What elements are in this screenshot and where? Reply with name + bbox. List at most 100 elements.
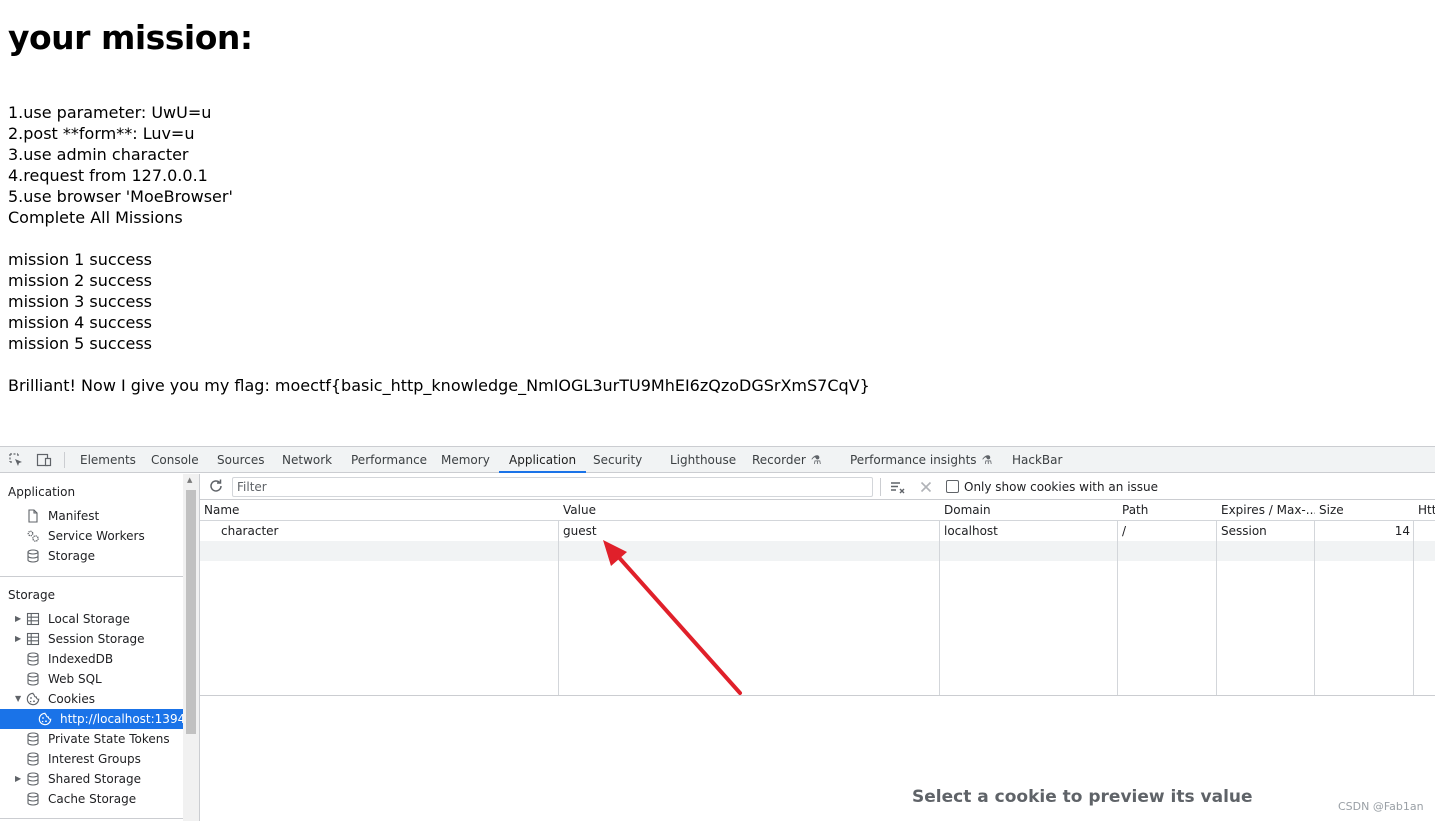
database-icon [26,652,40,666]
devtools-tab-bar: Elements Console Sources Network Perform… [0,447,1435,473]
column-header-expires[interactable]: Expires / Max-... [1217,500,1315,521]
only-issues-label: Only show cookies with an issue [964,480,1159,494]
success-line: mission 3 success [8,292,153,311]
clear-filtered-cookies-icon[interactable] [890,479,906,495]
mission-line: 2.post **form**: Luv=u [8,124,195,143]
sidebar-item-label: Cache Storage [48,792,137,806]
column-header-size[interactable]: Size [1315,500,1414,521]
sidebar-item-cache-storage[interactable]: Cache Storage [0,789,183,809]
success-line: mission 5 success [8,334,153,353]
cookie-size-cell[interactable]: 14 [1315,521,1410,541]
tab-application[interactable]: Application [499,447,587,473]
table-header: Name Value Domain Path Expires / Max-...… [200,500,1435,521]
scroll-up-arrow-icon[interactable]: ▲ [187,476,192,484]
column-header-domain[interactable]: Domain [940,500,1118,521]
sidebar-item-shared-storage[interactable]: ▶ Shared Storage [0,769,183,789]
collapse-triangle-icon[interactable]: ▼ [15,689,21,709]
expand-triangle-icon[interactable]: ▶ [15,609,21,629]
column-header-httponly[interactable]: Htt [1414,500,1435,521]
sidebar-item-label: Manifest [48,509,100,523]
gears-icon [26,529,40,543]
database-icon [26,732,40,746]
table-icon [26,632,40,646]
cookie-path-cell[interactable]: / [1118,521,1126,541]
sidebar-item-manifest[interactable]: Manifest [0,506,183,526]
expand-triangle-icon[interactable]: ▶ [15,769,21,789]
column-header-value[interactable]: Value [559,500,940,521]
sidebar-scrollbar[interactable]: ▲ [183,474,200,821]
sidebar-item-label: Shared Storage [48,772,142,786]
tab-console[interactable]: Console [151,447,199,473]
success-line: mission 2 success [8,271,153,290]
sidebar-divider [0,576,183,577]
sidebar-item-label: Cookies [48,692,95,706]
only-issues-checkbox[interactable] [946,480,959,493]
tab-sources[interactable]: Sources [217,447,264,473]
sidebar-item-indexeddb[interactable]: IndexedDB [0,649,183,669]
flask-icon: ⚗ [981,453,993,467]
flag-line: Brilliant! Now I give you my flag: moect… [8,376,870,395]
sidebar-item-label: Storage [48,549,95,563]
scrollbar-thumb[interactable] [186,490,196,734]
sidebar-heading-application: Application [8,485,76,499]
delete-selected-icon[interactable] [918,479,934,495]
database-icon [26,792,40,806]
tab-hackbar[interactable]: HackBar [1012,447,1062,473]
tab-performance-insights[interactable]: Performance insights ⚗ [850,447,992,473]
cookies-toolbar: Only show cookies with an issue [200,474,1435,500]
sidebar-item-service-workers[interactable]: Service Workers [0,526,183,546]
inspect-element-icon[interactable] [8,452,24,468]
sidebar-item-label: http://localhost:13941 [60,712,183,726]
sidebar-item-label: Interest Groups [48,752,141,766]
toolbar-divider [880,478,881,496]
tab-recorder[interactable]: Recorder ⚗ [752,447,822,473]
tab-elements[interactable]: Elements [80,447,136,473]
cookie-name-cell[interactable]: character [217,521,278,541]
column-header-name[interactable]: Name [200,500,559,521]
mission-status-line: Complete All Missions [8,208,183,227]
column-header-path[interactable]: Path [1118,500,1217,521]
refresh-icon[interactable] [208,478,224,494]
tab-performance[interactable]: Performance [351,447,427,473]
cookies-panel: Only show cookies with an issue Name Val… [200,474,1435,821]
cookies-table: Name Value Domain Path Expires / Max-...… [200,500,1435,696]
sidebar-item-interest-groups[interactable]: Interest Groups [0,749,183,769]
database-icon [26,772,40,786]
sidebar-heading-storage: Storage [8,588,55,602]
tab-security[interactable]: Security [593,447,642,473]
device-toolbar-icon[interactable] [36,452,52,468]
sidebar-item-session-storage[interactable]: ▶ Session Storage [0,629,183,649]
watermark: CSDN @Fab1an [1338,800,1424,813]
success-line: mission 4 success [8,313,153,332]
cookie-domain-cell[interactable]: localhost [940,521,998,541]
sidebar-item-label: Service Workers [48,529,145,543]
sidebar-item-private-state-tokens[interactable]: Private State Tokens [0,729,183,749]
sidebar-item-cookie-origin[interactable]: http://localhost:13941 [0,709,183,729]
cookie-preview-placeholder: Select a cookie to preview its value [912,787,1253,807]
cookie-expires-cell[interactable]: Session [1217,521,1267,541]
sidebar-item-storage[interactable]: Storage [0,546,183,566]
filter-input[interactable] [232,477,873,497]
cookie-value-cell[interactable]: guest [559,521,597,541]
sidebar-divider [0,818,183,819]
page-heading: your mission: [8,18,253,57]
sidebar-item-label: IndexedDB [48,652,114,666]
sidebar-item-cookies[interactable]: ▼ Cookies [0,689,183,709]
success-line: mission 1 success [8,250,153,269]
sidebar-item-web-sql[interactable]: Web SQL [0,669,183,689]
devtools-panel: Elements Console Sources Network Perform… [0,446,1435,821]
sidebar-item-label: Session Storage [48,632,145,646]
sidebar-item-local-storage[interactable]: ▶ Local Storage [0,609,183,629]
flask-icon: ⚗ [810,453,822,467]
sidebar-item-label: Private State Tokens [48,732,170,746]
tab-lighthouse[interactable]: Lighthouse [670,447,736,473]
cookie-icon [26,692,40,706]
tab-memory[interactable]: Memory [441,447,490,473]
column-divider [1118,500,1217,695]
sidebar-item-label: Web SQL [48,672,102,686]
tab-network[interactable]: Network [282,447,332,473]
database-icon [26,752,40,766]
mission-line: 1.use parameter: UwU=u [8,103,212,122]
expand-triangle-icon[interactable]: ▶ [15,629,21,649]
database-icon [26,672,40,686]
